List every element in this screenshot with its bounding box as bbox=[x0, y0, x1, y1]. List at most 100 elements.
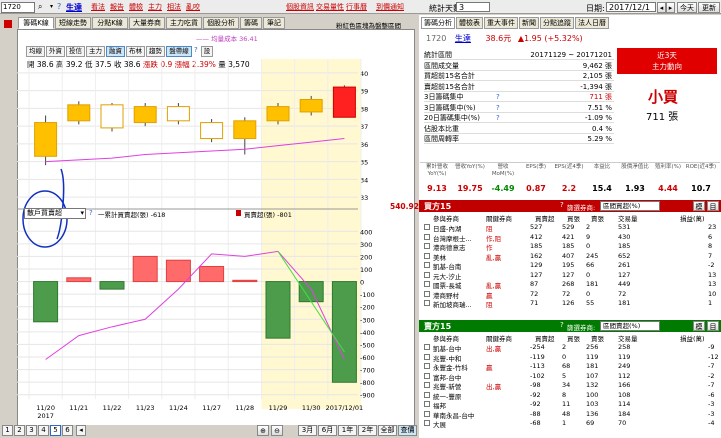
stock-name[interactable]: 生達 bbox=[66, 2, 82, 13]
tab-left[interactable]: 主力吃貨 bbox=[166, 17, 202, 29]
tab-left[interactable]: 個股分析 bbox=[203, 17, 239, 29]
top-link[interactable]: 體檢 bbox=[129, 2, 143, 12]
tab-left[interactable]: 筆記 bbox=[263, 17, 285, 29]
range-button[interactable]: 全部 bbox=[378, 425, 397, 436]
row-checkbox[interactable] bbox=[424, 262, 430, 268]
page-button[interactable]: 6 bbox=[62, 425, 73, 436]
table-cell[interactable]: 大展 bbox=[433, 419, 446, 429]
grid-button[interactable]: 模 bbox=[693, 321, 705, 331]
table-cell[interactable]: 港商德意志 bbox=[433, 242, 466, 252]
page-button[interactable]: 4 bbox=[38, 425, 49, 436]
help-icon[interactable]: ? bbox=[560, 201, 564, 209]
tab-left[interactable]: 短線走勢 bbox=[55, 17, 91, 29]
row-checkbox[interactable] bbox=[424, 300, 430, 306]
help-icon[interactable]: ? bbox=[496, 113, 500, 123]
top-link[interactable]: 相法 bbox=[167, 2, 181, 12]
top-link[interactable]: 主力 bbox=[148, 2, 162, 12]
list-button[interactable]: 目 bbox=[707, 201, 719, 211]
row-checkbox[interactable] bbox=[424, 353, 430, 360]
tab-right[interactable]: 新聞 bbox=[519, 17, 539, 29]
page-button[interactable]: 5 bbox=[50, 425, 61, 436]
symbol-input[interactable]: 1720 bbox=[1, 2, 35, 13]
table-cell[interactable]: 統一-豐原 bbox=[433, 391, 461, 401]
page-button[interactable]: 1 bbox=[2, 425, 13, 436]
table-cell[interactable]: 元大-汐止 bbox=[433, 271, 461, 281]
stats-value: 20171129 ~ 20171201 bbox=[530, 51, 612, 59]
table-cell[interactable]: 華南永昌-台中 bbox=[433, 410, 474, 420]
top-link[interactable]: 亂咬 bbox=[186, 2, 200, 12]
zoom-in-icon[interactable]: ⊕ bbox=[257, 425, 269, 436]
table-cell[interactable]: 台灣摩根士... bbox=[433, 233, 472, 243]
row-checkbox[interactable] bbox=[424, 363, 430, 369]
stock-name-right[interactable]: 生達 bbox=[455, 34, 471, 43]
right-link[interactable]: 行事曆 bbox=[346, 2, 367, 12]
search-icon[interactable]: ⌕ bbox=[38, 2, 50, 13]
prev-page-icon[interactable]: ◂ bbox=[76, 425, 86, 436]
tab-left[interactable]: 籌碼K線 bbox=[18, 17, 54, 29]
help-icon[interactable]: ? bbox=[496, 103, 500, 113]
table-cell[interactable]: 港商野村 bbox=[433, 290, 459, 300]
table-cell[interactable]: 永豐金-竹科 bbox=[433, 362, 468, 372]
tab-left[interactable]: 大量券商 bbox=[129, 17, 165, 29]
table-cell[interactable]: 富邦-台中 bbox=[433, 372, 461, 382]
top-link[interactable]: 報告 bbox=[110, 2, 124, 12]
grid-button[interactable]: 模 bbox=[693, 201, 705, 211]
today-button[interactable]: 今天 bbox=[677, 2, 697, 13]
row-checkbox[interactable] bbox=[424, 281, 430, 287]
range-button[interactable]: 查價 bbox=[398, 425, 417, 436]
days-select[interactable]: 3 bbox=[456, 2, 490, 12]
row-checkbox[interactable] bbox=[424, 410, 430, 417]
row-checkbox[interactable] bbox=[424, 233, 430, 240]
row-checkbox[interactable] bbox=[424, 252, 430, 259]
right-link[interactable]: 交易量性 bbox=[316, 2, 344, 12]
row-checkbox[interactable] bbox=[424, 224, 430, 230]
filter-select[interactable]: 區間買超(%) bbox=[600, 201, 660, 211]
tab-right[interactable]: 籌碼分析 bbox=[421, 17, 455, 29]
table-cell[interactable]: 兆豐-新營 bbox=[433, 381, 461, 391]
table-cell[interactable]: 兆豐-中和 bbox=[433, 353, 461, 363]
table-cell[interactable]: 國票-長城 bbox=[433, 280, 461, 290]
row-checkbox[interactable] bbox=[424, 372, 430, 379]
table-cell[interactable]: 福邦 bbox=[433, 400, 446, 410]
tab-right[interactable]: 法人日曆 bbox=[575, 17, 609, 29]
lower-select[interactable]: 散戶買賣超 ▾ bbox=[24, 208, 86, 219]
row-checkbox[interactable] bbox=[424, 344, 430, 350]
row-checkbox[interactable] bbox=[424, 401, 430, 407]
range-button[interactable]: 2年 bbox=[358, 425, 377, 436]
next-day-button[interactable]: ▸ bbox=[666, 2, 675, 13]
row-checkbox[interactable] bbox=[424, 420, 430, 426]
filter-select[interactable]: 區間賣超(%) bbox=[600, 321, 660, 331]
row-checkbox[interactable] bbox=[424, 391, 430, 398]
right-link[interactable]: 到價通知 bbox=[376, 2, 404, 12]
table-cell[interactable]: 美林 bbox=[433, 252, 446, 262]
list-button[interactable]: 目 bbox=[707, 321, 719, 331]
help-icon[interactable]: ? bbox=[89, 209, 93, 217]
row-checkbox[interactable] bbox=[424, 243, 430, 249]
row-checkbox[interactable] bbox=[424, 382, 430, 388]
table-cell: -102 bbox=[530, 371, 545, 380]
page-button[interactable]: 2 bbox=[14, 425, 25, 436]
tab-right[interactable]: 體檢表 bbox=[456, 17, 483, 29]
table-cell[interactable]: 凱基-台南 bbox=[433, 261, 461, 271]
table-cell[interactable]: 日盛-內湖 bbox=[433, 223, 461, 233]
prev-day-button[interactable]: ◂ bbox=[657, 2, 666, 13]
refresh-button[interactable]: 更新 bbox=[698, 2, 720, 13]
right-link[interactable]: 個股資訊 bbox=[286, 2, 314, 12]
help-icon[interactable]: ? bbox=[560, 321, 564, 329]
row-checkbox[interactable] bbox=[424, 290, 430, 297]
table-cell[interactable]: 凱基-台中 bbox=[433, 343, 461, 353]
help-icon[interactable]: ? bbox=[496, 92, 500, 102]
top-link[interactable]: 看法 bbox=[91, 2, 105, 12]
row-checkbox[interactable] bbox=[424, 271, 430, 278]
range-button[interactable]: 1年 bbox=[338, 425, 357, 436]
date-input[interactable]: 2017/12/1 bbox=[606, 2, 656, 12]
tab-right[interactable]: 分點追蹤 bbox=[540, 17, 574, 29]
page-button[interactable]: 3 bbox=[26, 425, 37, 436]
range-button[interactable]: 6月 bbox=[318, 425, 337, 436]
zoom-out-icon[interactable]: ⊖ bbox=[271, 425, 283, 436]
tab-left[interactable]: 分點K線 bbox=[92, 17, 128, 29]
tab-left[interactable]: 籌碼 bbox=[240, 17, 262, 29]
tab-right[interactable]: 重大事件 bbox=[484, 17, 518, 29]
table-cell[interactable]: 新加坡商瑞... bbox=[433, 299, 472, 309]
range-button[interactable]: 3月 bbox=[298, 425, 317, 436]
